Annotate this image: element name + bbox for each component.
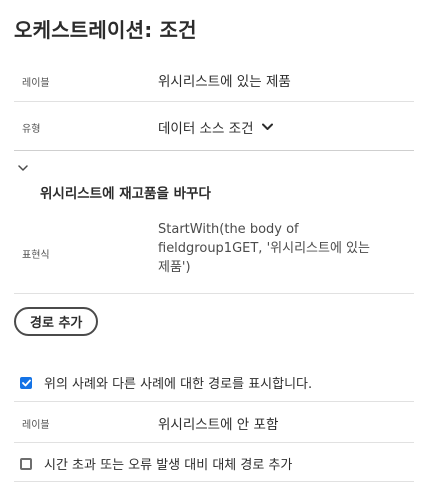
timeout-checkbox[interactable] [20,457,32,470]
checkmark-icon [21,379,31,386]
divider [14,481,414,482]
timeout-checkbox-label: 시간 초과 또는 오류 발생 대비 대체 경로 추가 [44,458,293,473]
label-field-value[interactable]: 위시리스트에 있는 제품 [158,70,291,90]
label-field-label: 레이블 [22,78,50,89]
type-row: 유형 데이터 소스 조건 [14,102,414,151]
chevron-down-icon [261,123,273,130]
path-title: 위시리스트에 재고품을 바꾸다 [40,186,211,202]
other-cases-checkbox[interactable] [20,376,32,389]
type-dropdown[interactable]: 데이터 소스 조건 [158,117,273,137]
condition-panel: 오케스트레이션: 조건 레이블 위시리스트에 있는 제품 유형 데이터 소스 조… [0,0,428,494]
other-label-field-value[interactable]: 위시리스트에 안 포함 [158,413,278,433]
timeout-checkbox-row[interactable]: 시간 초과 또는 오류 발생 대비 대체 경로 추가 [20,454,292,473]
expression-value[interactable]: StartWith(the body of fieldgroup1GET, '위… [158,220,378,277]
type-field-label: 유형 [22,124,41,135]
other-cases-checkbox-row[interactable]: 위의 사례와 다른 사례에 대한 경로를 표시합니다. [20,373,312,392]
type-dropdown-value: 데이터 소스 조건 [158,121,254,137]
other-cases-checkbox-label: 위의 사례와 다른 사례에 대한 경로를 표시합니다. [44,377,313,392]
add-path-button[interactable]: 경로 추가 [14,307,99,336]
other-label-field-label: 레이블 [22,420,50,431]
page-title: 오케스트레이션: 조건 [14,18,197,42]
collapse-chevron-icon[interactable] [18,165,28,172]
other-label-row: 레이블 위시리스트에 안 포함 [14,402,414,443]
label-row: 레이블 위시리스트에 있는 제품 [14,56,414,102]
expression-field-label: 표현식 [22,250,50,261]
